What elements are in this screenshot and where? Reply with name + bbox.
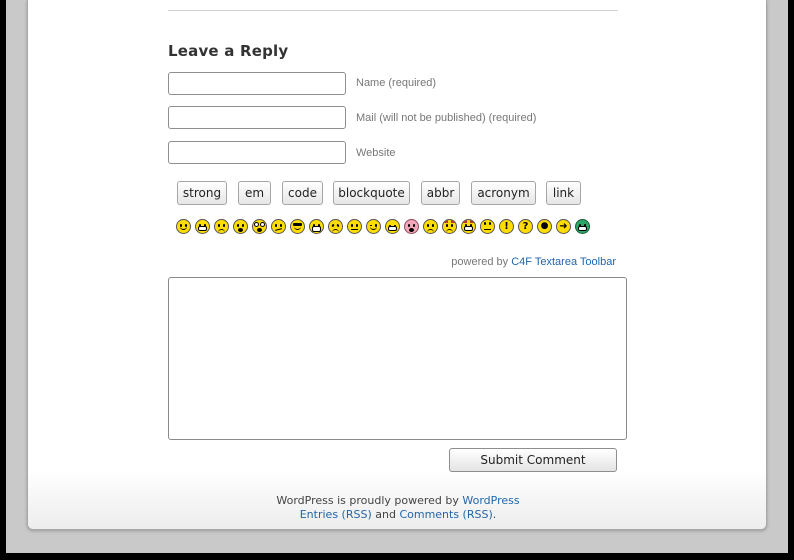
powered-by-credit: powered by C4F Textarea Toolbar	[451, 256, 616, 268]
mail-label: Mail (will not be published) (required)	[356, 112, 537, 124]
cool-icon[interactable]	[290, 219, 305, 234]
separator-line	[168, 10, 618, 11]
mad-icon[interactable]	[328, 219, 343, 234]
mrgreen-icon[interactable]	[575, 219, 590, 234]
cry-icon[interactable]	[423, 219, 438, 234]
footer-powered-line: WordPress is proudly powered by WordPres…	[28, 494, 766, 507]
laugh-icon[interactable]	[309, 219, 324, 234]
exclaim-icon[interactable]: !	[499, 219, 514, 234]
entries-rss-link[interactable]: Entries (RSS)	[300, 508, 372, 521]
website-input[interactable]	[168, 141, 346, 164]
website-label: Website	[356, 147, 396, 159]
mail-input[interactable]	[168, 106, 346, 129]
rolleyes-icon[interactable]	[480, 219, 495, 234]
arrow-icon[interactable]: ➜	[556, 219, 571, 234]
link-button[interactable]: link	[546, 181, 581, 205]
idea-icon[interactable]: ●	[537, 219, 552, 234]
abbr-button[interactable]: abbr	[421, 181, 460, 205]
footer-powered-text: WordPress is proudly powered by	[276, 494, 459, 507]
name-label: Name (required)	[356, 77, 437, 89]
acronym-button[interactable]: acronym	[471, 181, 536, 205]
eek-icon[interactable]	[252, 219, 267, 234]
lol-icon[interactable]	[385, 219, 400, 234]
sad-icon[interactable]	[214, 219, 229, 234]
leave-reply-heading: Leave a Reply	[168, 42, 289, 60]
evil-icon[interactable]	[442, 219, 457, 234]
neutral-icon[interactable]	[347, 219, 362, 234]
grin-icon[interactable]	[195, 219, 210, 234]
footer-period: .	[492, 508, 497, 521]
name-input[interactable]	[168, 72, 346, 95]
redface-icon[interactable]	[404, 219, 419, 234]
powered-by-text: powered by	[451, 256, 509, 268]
twisted-icon[interactable]	[461, 219, 476, 234]
question-icon[interactable]: ?	[518, 219, 533, 234]
footer-and-text: and	[375, 508, 396, 521]
smile-icon[interactable]	[176, 219, 191, 234]
footer-feeds-line: Entries (RSS) and Comments (RSS).	[28, 508, 766, 521]
code-button[interactable]: code	[282, 181, 323, 205]
strong-button[interactable]: strong	[177, 181, 227, 205]
wordpress-link[interactable]: WordPress	[462, 494, 519, 507]
blockquote-button[interactable]: blockquote	[333, 181, 410, 205]
confused-icon[interactable]	[271, 219, 286, 234]
page-content: Leave a Reply Name (required) Mail (will…	[27, 0, 767, 530]
comments-rss-link[interactable]: Comments (RSS)	[399, 508, 492, 521]
surprised-icon[interactable]	[233, 219, 248, 234]
submit-comment-button[interactable]: Submit Comment	[449, 448, 617, 472]
em-button[interactable]: em	[238, 181, 271, 205]
comment-textarea[interactable]	[168, 277, 627, 440]
wink-icon[interactable]	[366, 219, 381, 234]
c4f-toolbar-link[interactable]: C4F Textarea Toolbar	[511, 256, 616, 268]
